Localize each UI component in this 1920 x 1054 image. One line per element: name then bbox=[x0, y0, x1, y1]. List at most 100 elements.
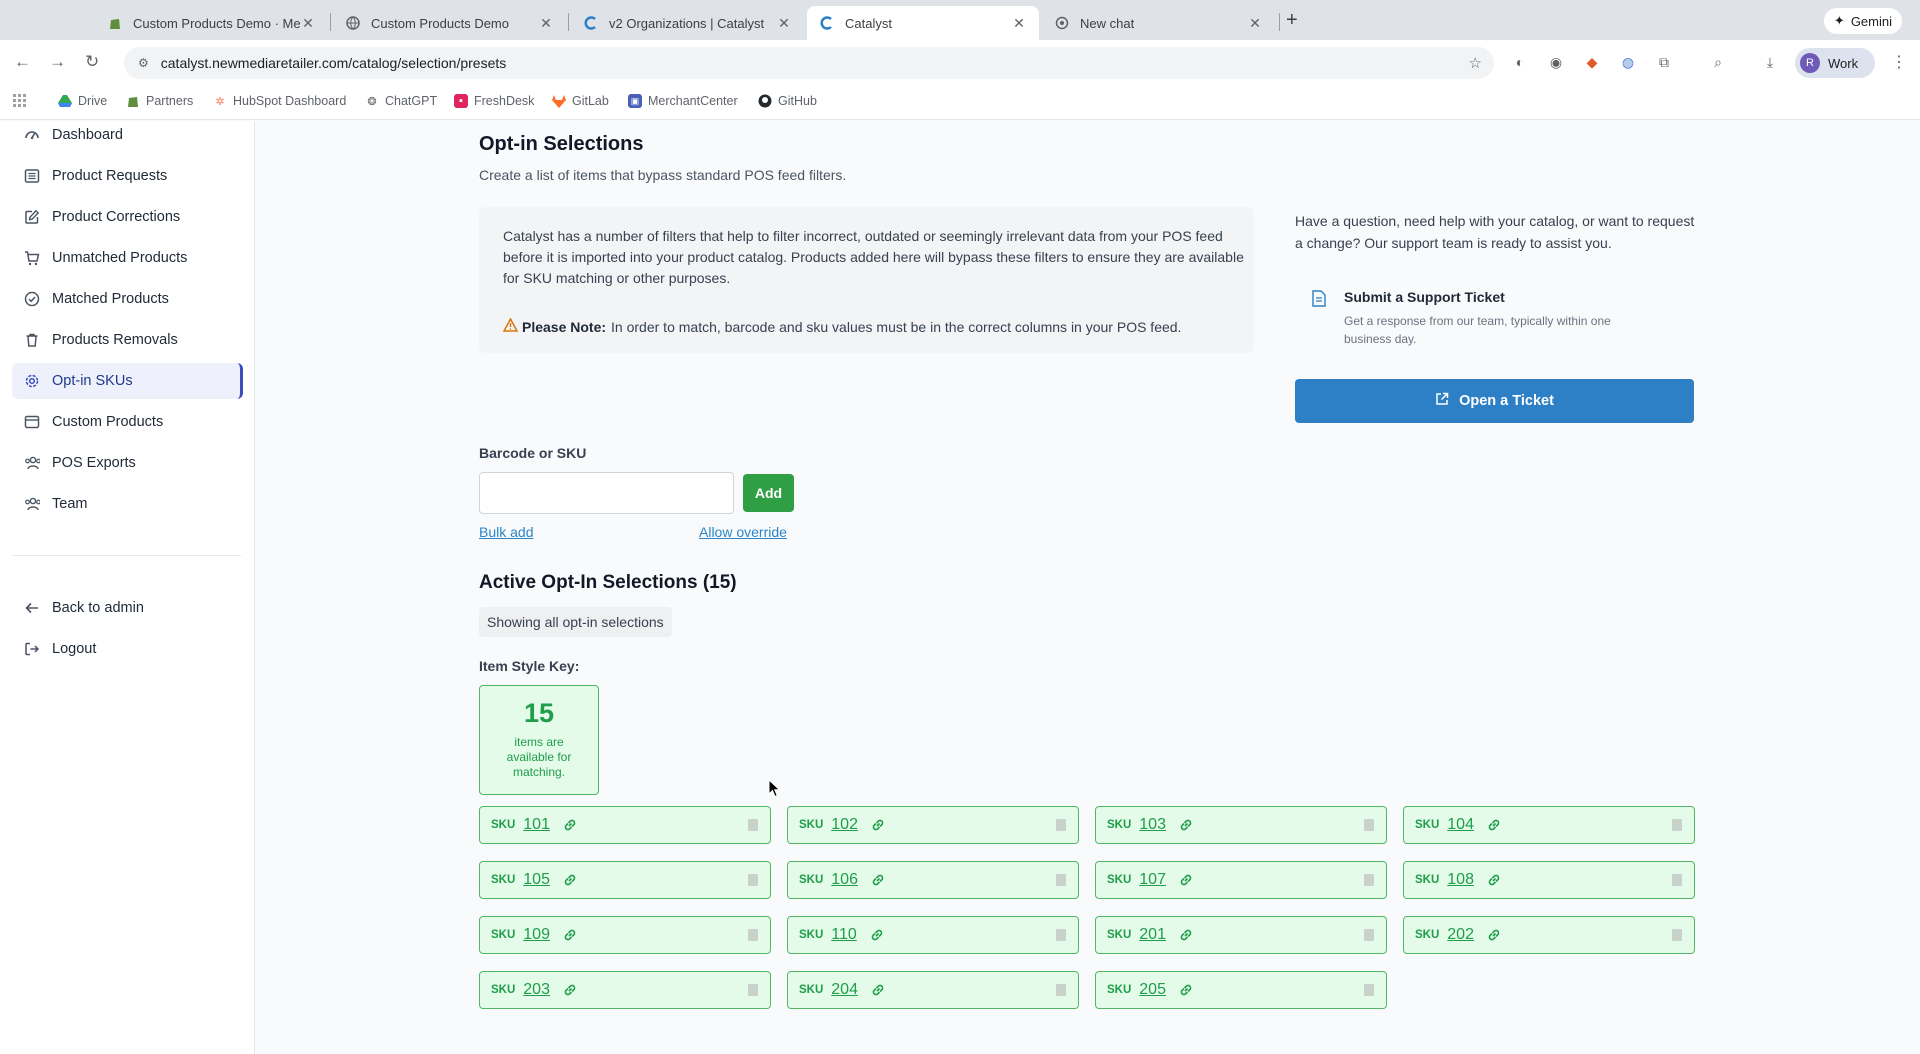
reload-icon[interactable]: ↻ bbox=[85, 52, 99, 72]
link-icon[interactable] bbox=[1178, 872, 1194, 888]
barcode-sku-input[interactable] bbox=[479, 472, 734, 514]
delete-icon[interactable] bbox=[1056, 819, 1066, 831]
open-ticket-button[interactable]: Open a Ticket bbox=[1295, 379, 1694, 423]
sku-value-link[interactable]: 205 bbox=[1139, 981, 1166, 999]
link-icon[interactable] bbox=[562, 927, 578, 943]
sku-value-link[interactable]: 103 bbox=[1139, 816, 1166, 834]
sku-value-link[interactable]: 102 bbox=[831, 816, 858, 834]
link-icon[interactable] bbox=[870, 982, 886, 998]
sku-value-link[interactable]: 105 bbox=[523, 871, 550, 889]
bookmark-freshdesk[interactable]: ▪ FreshDesk bbox=[454, 91, 534, 111]
sku-value-link[interactable]: 104 bbox=[1447, 816, 1474, 834]
delete-icon[interactable] bbox=[1056, 929, 1066, 941]
delete-icon[interactable] bbox=[1364, 929, 1374, 941]
link-icon[interactable] bbox=[1486, 817, 1502, 833]
link-icon[interactable] bbox=[1178, 982, 1194, 998]
delete-icon[interactable] bbox=[1364, 819, 1374, 831]
delete-icon[interactable] bbox=[1056, 874, 1066, 886]
menu-icon[interactable]: ⋮ bbox=[1891, 52, 1907, 72]
bookmark-partners[interactable]: Partners bbox=[126, 91, 193, 111]
tab-search-icon[interactable]: ⌕ bbox=[1710, 54, 1726, 70]
delete-icon[interactable] bbox=[1672, 929, 1682, 941]
link-icon[interactable] bbox=[1486, 872, 1502, 888]
sku-value-link[interactable]: 204 bbox=[831, 981, 858, 999]
apps-grid-icon[interactable] bbox=[13, 91, 27, 111]
sku-value-link[interactable]: 201 bbox=[1139, 926, 1166, 944]
puzzle-icon[interactable]: ⧉ bbox=[1656, 54, 1672, 70]
browser-tab[interactable]: v2 Organizations | Catalyst ✕ bbox=[571, 6, 804, 40]
sidebar-item-custom-products[interactable]: Custom Products bbox=[12, 404, 243, 440]
sku-card: SKU 201 bbox=[1095, 916, 1387, 954]
logout-link[interactable]: Logout bbox=[12, 631, 243, 667]
link-icon[interactable] bbox=[562, 872, 578, 888]
close-icon[interactable]: ✕ bbox=[776, 15, 792, 32]
sidebar-item-opt-in-skus[interactable]: Opt-in SKUs bbox=[12, 363, 243, 399]
wordpress-icon[interactable]: ◉ bbox=[1548, 54, 1564, 70]
gemini-button[interactable]: ✦ Gemini bbox=[1823, 8, 1902, 34]
bulk-add-link[interactable]: Bulk add bbox=[479, 524, 533, 540]
add-button[interactable]: Add bbox=[743, 474, 794, 512]
sku-value-link[interactable]: 108 bbox=[1447, 871, 1474, 889]
close-icon[interactable]: ✕ bbox=[300, 15, 316, 32]
link-icon[interactable] bbox=[1178, 927, 1194, 943]
address-bar[interactable]: ⚙ catalyst.newmediaretailer.com/catalog/… bbox=[124, 47, 1494, 79]
link-icon[interactable] bbox=[869, 927, 885, 943]
sidebar-item-products-removals[interactable]: Products Removals bbox=[12, 322, 243, 358]
sku-value-link[interactable]: 101 bbox=[523, 816, 550, 834]
profile-button[interactable]: R Work bbox=[1795, 48, 1875, 78]
bookmark-hubspot[interactable]: ✲ HubSpot Dashboard bbox=[213, 91, 346, 111]
delete-icon[interactable] bbox=[748, 819, 758, 831]
sku-value-link[interactable]: 202 bbox=[1447, 926, 1474, 944]
delete-icon[interactable] bbox=[748, 984, 758, 996]
link-icon[interactable] bbox=[870, 872, 886, 888]
sidebar-item-team[interactable]: Team bbox=[12, 486, 243, 522]
delete-icon[interactable] bbox=[1672, 819, 1682, 831]
back-to-admin-link[interactable]: Back to admin bbox=[12, 590, 243, 626]
sku-value-link[interactable]: 107 bbox=[1139, 871, 1166, 889]
delete-icon[interactable] bbox=[1364, 984, 1374, 996]
delete-icon[interactable] bbox=[1672, 874, 1682, 886]
download-icon[interactable]: ⤓ bbox=[1762, 54, 1778, 70]
bookmark-github[interactable]: GitHub bbox=[758, 91, 817, 111]
bookmark-chatgpt[interactable]: ❂ ChatGPT bbox=[365, 91, 437, 111]
password-icon[interactable]: ◍ bbox=[1620, 54, 1636, 70]
sidebar-item-dashboard[interactable]: Dashboard bbox=[12, 117, 243, 153]
sidebar-item-product-requests[interactable]: Product Requests bbox=[12, 158, 243, 194]
back-arrow-icon[interactable]: ← bbox=[14, 52, 31, 72]
link-icon[interactable] bbox=[562, 982, 578, 998]
new-tab-icon[interactable]: + bbox=[1286, 9, 1298, 32]
bookmark-merchantcenter[interactable]: ▣ MerchantCenter bbox=[628, 91, 738, 111]
sku-value-link[interactable]: 203 bbox=[523, 981, 550, 999]
browser-tab[interactable]: New chat ✕ bbox=[1042, 6, 1275, 40]
delete-icon[interactable] bbox=[1056, 984, 1066, 996]
bookmark-gitlab[interactable]: GitLab bbox=[552, 91, 609, 111]
link-icon[interactable] bbox=[562, 817, 578, 833]
close-icon[interactable]: ✕ bbox=[1247, 15, 1263, 32]
allow-override-link[interactable]: Allow override bbox=[699, 524, 787, 540]
delete-icon[interactable] bbox=[1364, 874, 1374, 886]
close-icon[interactable]: ✕ bbox=[538, 15, 554, 32]
sku-value-link[interactable]: 106 bbox=[831, 871, 858, 889]
sidebar-item-pos-exports[interactable]: POS Exports bbox=[12, 445, 243, 481]
delete-icon[interactable] bbox=[748, 929, 758, 941]
link-icon[interactable] bbox=[1486, 927, 1502, 943]
delete-icon[interactable] bbox=[748, 874, 758, 886]
bookmark-star-icon[interactable]: ☆ bbox=[1469, 54, 1482, 72]
page-subtitle: Create a list of items that bypass stand… bbox=[479, 167, 847, 183]
extension-icon[interactable]: ◆ bbox=[1584, 54, 1600, 70]
sidebar-item-unmatched-products[interactable]: Unmatched Products bbox=[12, 240, 243, 276]
link-icon[interactable] bbox=[870, 817, 886, 833]
browser-tab-active[interactable]: Catalyst ✕ bbox=[807, 6, 1039, 40]
forward-arrow-icon[interactable]: → bbox=[49, 52, 66, 72]
link-icon[interactable] bbox=[1178, 817, 1194, 833]
extension-icon[interactable]: ◐ bbox=[1512, 54, 1528, 70]
sku-value-link[interactable]: 110 bbox=[831, 926, 857, 944]
browser-tab[interactable]: Custom Products Demo ✕ bbox=[333, 6, 566, 40]
site-settings-icon[interactable]: ⚙ bbox=[138, 56, 149, 70]
close-icon[interactable]: ✕ bbox=[1011, 15, 1027, 32]
browser-tab[interactable]: Custom Products Demo · Me ✕ bbox=[95, 6, 328, 40]
bookmark-drive[interactable]: Drive bbox=[58, 91, 107, 111]
sku-value-link[interactable]: 109 bbox=[523, 926, 550, 944]
sidebar-item-product-corrections[interactable]: Product Corrections bbox=[12, 199, 243, 235]
sidebar-item-matched-products[interactable]: Matched Products bbox=[12, 281, 243, 317]
